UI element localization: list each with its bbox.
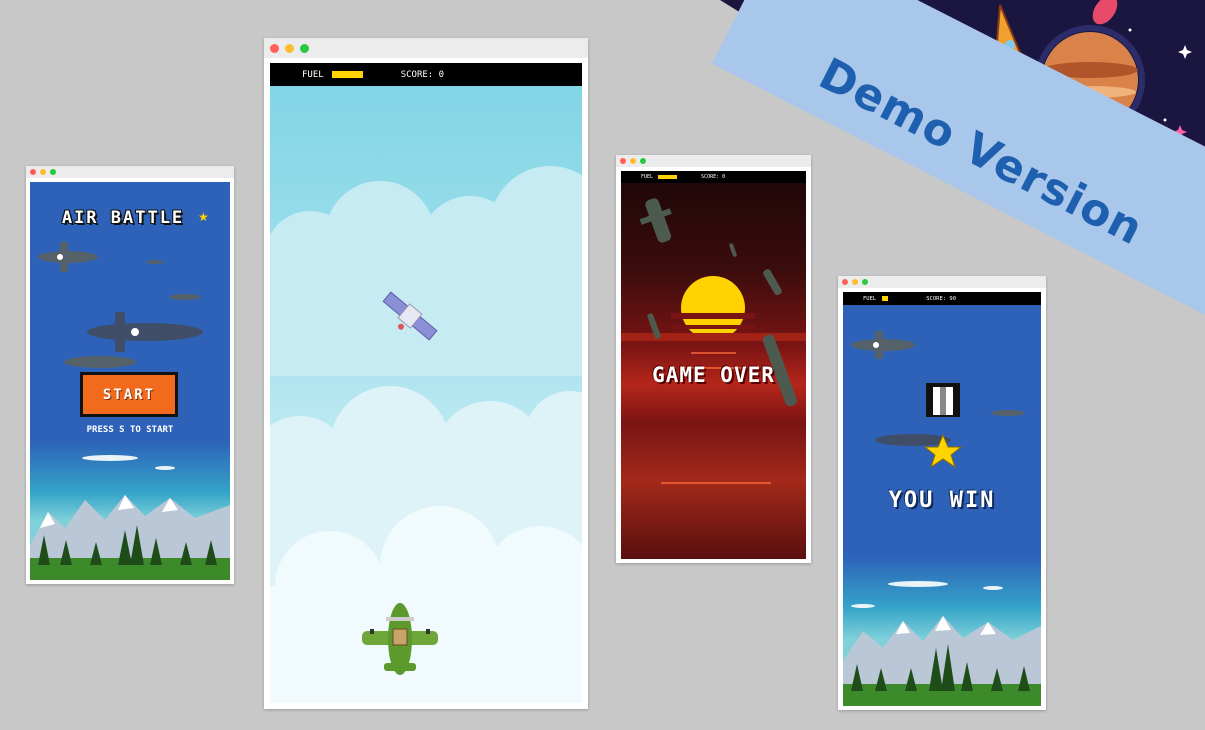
falling-plane-icon	[729, 243, 737, 257]
falling-plane-icon	[763, 269, 782, 296]
falling-plane-icon	[639, 198, 672, 243]
sun-icon	[681, 276, 745, 340]
fuel-bar	[882, 296, 889, 301]
press-hint: PRESS S TO START	[86, 425, 174, 435]
enemy-plane-icon	[851, 331, 915, 359]
game-title: AIR BATTLE	[61, 208, 185, 228]
zoom-icon[interactable]	[862, 279, 868, 285]
titlebar[interactable]	[616, 155, 811, 167]
close-icon[interactable]	[620, 158, 626, 164]
hud: FUEL SCORE: 0	[621, 171, 806, 183]
close-icon[interactable]	[30, 169, 36, 175]
mountain-landscape	[843, 581, 1041, 706]
minimize-icon[interactable]	[285, 43, 294, 53]
enemy-plane-icon	[87, 312, 203, 352]
medal-icon	[923, 383, 963, 469]
you-win-message: YOU WIN	[888, 488, 996, 513]
score-label: SCORE: 0	[701, 174, 726, 180]
fuel-label: FUEL	[863, 295, 877, 302]
fuel-bar	[658, 175, 678, 179]
zoom-icon[interactable]	[300, 43, 309, 53]
minimize-icon[interactable]	[852, 279, 858, 285]
fuel-bar	[331, 71, 363, 78]
enemy-plane-icon	[169, 294, 201, 300]
close-icon[interactable]	[842, 279, 848, 285]
window-game-over: FUEL SCORE: 0 GAME OVER	[616, 155, 811, 563]
enemy-plane-icon	[38, 242, 98, 272]
close-icon[interactable]	[270, 43, 279, 53]
hud: FUEL SCORE: 0	[270, 63, 582, 86]
hud: FUEL SCORE: 90	[843, 292, 1041, 305]
game-over-message: GAME OVER	[652, 363, 775, 387]
minimize-icon[interactable]	[630, 158, 636, 164]
start-button-label: START	[102, 386, 156, 403]
enemy-plane-icon	[64, 356, 136, 368]
enemy-plane-icon	[146, 260, 164, 264]
zoom-icon[interactable]	[50, 169, 56, 175]
game-screen: AIR BATTLE ★ START PRESS S TO START	[30, 182, 230, 580]
start-button[interactable]: START	[80, 372, 178, 417]
titlebar[interactable]	[26, 166, 234, 178]
mountain-landscape	[30, 455, 230, 580]
game-screen: FUEL SCORE: 0 GAME OVER	[621, 171, 806, 559]
zoom-icon[interactable]	[640, 158, 646, 164]
enemy-plane-icon	[991, 410, 1025, 416]
score-label: SCORE: 90	[926, 295, 957, 302]
window-gameplay: FUEL SCORE: 0	[264, 38, 588, 709]
game-screen: FUEL SCORE: 0	[270, 63, 582, 703]
fuel-label: FUEL	[641, 174, 654, 180]
window-title-screen: AIR BATTLE ★ START PRESS S TO START	[26, 166, 234, 584]
score-label: SCORE: 0	[400, 69, 445, 80]
game-screen: FUEL SCORE: 90 YOU WIN	[843, 292, 1041, 706]
cloud-layers	[270, 166, 582, 703]
fuel-label: FUEL	[302, 69, 324, 80]
titlebar[interactable]	[838, 276, 1046, 288]
titlebar[interactable]	[264, 38, 588, 58]
window-you-win: FUEL SCORE: 90 YOU WIN	[838, 276, 1046, 710]
medal-icon: ★	[198, 210, 209, 224]
minimize-icon[interactable]	[40, 169, 46, 175]
